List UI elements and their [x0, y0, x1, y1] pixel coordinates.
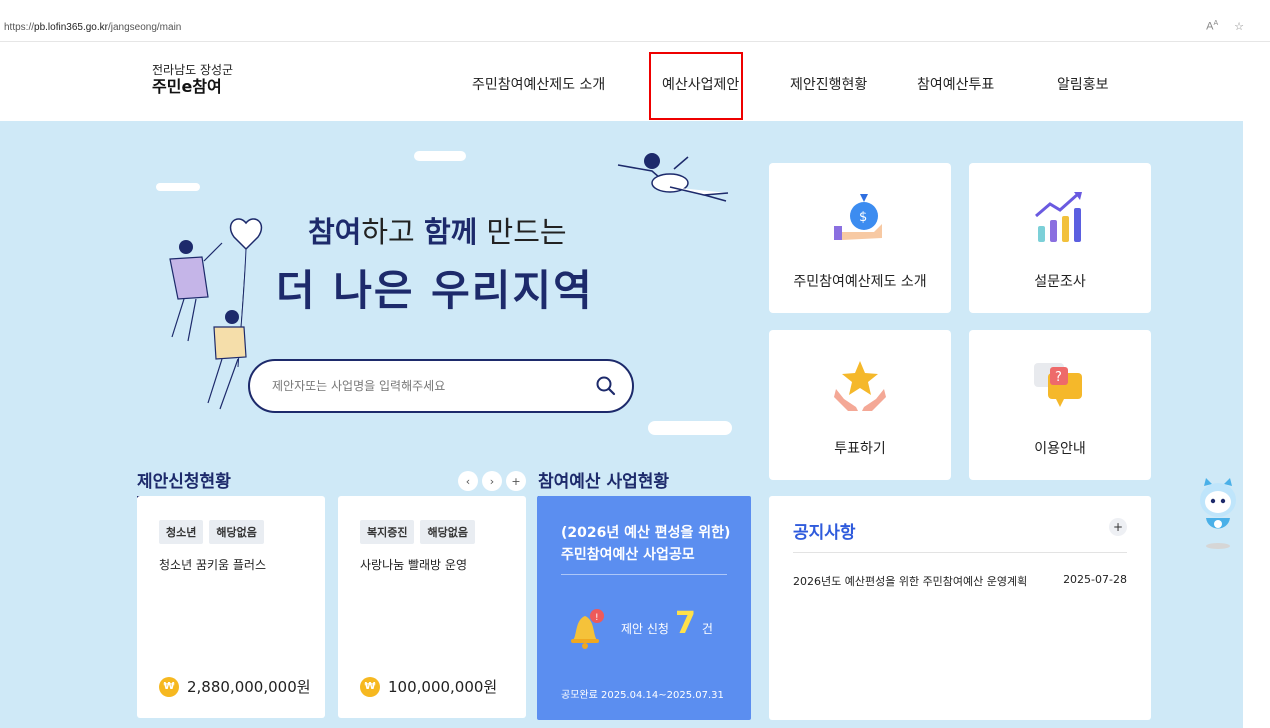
search-box: [248, 359, 634, 413]
chatbot-mascot-icon[interactable]: [1196, 474, 1240, 550]
proposal-card[interactable]: 복지증진 해당없음 사랑나눔 빨래방 운영 ₩ 100,000,000원: [338, 496, 526, 718]
proposal-card[interactable]: 청소년 해당없음 청소년 꿈키움 플러스 ₩ 2,880,000,000원: [137, 496, 325, 718]
cloud-decoration: [156, 183, 200, 191]
category-tag: 청소년: [159, 520, 204, 544]
search-icon[interactable]: [594, 374, 618, 398]
category-tag: 복지증진: [360, 520, 415, 544]
search-input[interactable]: [272, 374, 582, 398]
proposals-section-title: 제안신청현황: [137, 467, 231, 498]
nav-notice-promo[interactable]: 알림홍보: [1057, 74, 1109, 94]
divider: [561, 574, 727, 575]
hero-headline-1: 참여하고 함께 만드는: [308, 215, 567, 249]
proposals-pager: ‹ › +: [458, 471, 526, 491]
tile-label: 주민참여예산제도 소개: [793, 274, 927, 290]
contest-title: (2026년 예산 편성을 위한) 주민참여예산 사업공모: [561, 522, 730, 566]
star-hands-icon: [834, 361, 886, 411]
count-unit: 건: [701, 622, 713, 636]
contest-title-line2: 주민참여예산 사업공모: [561, 547, 695, 563]
svg-text:$: $: [859, 210, 867, 225]
cloud-decoration: [648, 421, 732, 435]
tile-survey[interactable]: 설문조사: [969, 163, 1151, 313]
more-proposals-button[interactable]: +: [506, 471, 526, 491]
tile-budget-intro[interactable]: $ 주민참여예산제도 소개: [769, 163, 951, 313]
proposal-title: 사랑나눔 빨래방 운영: [360, 558, 467, 572]
tile-vote[interactable]: 투표하기: [769, 330, 951, 480]
count-label: 제안 신청: [621, 622, 669, 636]
url-text[interactable]: https://pb.lofin365.go.kr/jangseong/main: [4, 22, 181, 33]
tag-list: 복지증진 해당없음: [360, 520, 475, 544]
notice-item-title: 2026년도 예산편성을 위한 주민참여예산 운영계획: [793, 575, 1028, 588]
browser-toolbar-icons: AA ☆: [1206, 20, 1244, 33]
url-scheme: https://: [4, 22, 35, 33]
main-nav: 주민참여예산제도 소개 예산사업제안 제안진행현황 참여예산투표 알림홍보: [0, 74, 1243, 94]
nav-budget-intro[interactable]: 주민참여예산제도 소개: [472, 74, 605, 94]
hero-headline-2: 더 나은 우리지역: [276, 266, 594, 315]
notice-item-date: 2025-07-28: [1063, 573, 1127, 586]
divider: [793, 552, 1127, 553]
nav-budget-vote[interactable]: 참여예산투표: [917, 74, 994, 94]
prev-page-button[interactable]: ‹: [458, 471, 478, 491]
amount-value: 100,000,000원: [388, 678, 498, 696]
amount-value: 2,880,000,000원: [187, 678, 311, 696]
svg-text:!: !: [595, 613, 599, 623]
tile-label: 설문조사: [1034, 274, 1086, 290]
favorite-star-icon[interactable]: ☆: [1234, 20, 1244, 33]
budget-section-title: 참여예산 사업현황: [538, 467, 670, 498]
status-tag: 해당없음: [420, 520, 475, 544]
proposal-title: 청소년 꿈키움 플러스: [159, 558, 266, 572]
highlight-box: [649, 52, 743, 120]
hero-section: 참여하고 함께 만드는 더 나은 우리지역 $ 주민참여예산제도 소개 설문조사: [0, 121, 1243, 728]
proposal-amount: ₩ 2,880,000,000원: [159, 676, 311, 697]
contest-period: 공모완료 2025.04.14~2025.07.31: [561, 690, 724, 701]
notice-title: 공지사항: [793, 523, 856, 543]
notice-more-button[interactable]: +: [1109, 518, 1127, 536]
contest-title-line1: (2026년 예산 편성을 위한): [561, 525, 731, 541]
nav-proposal-status[interactable]: 제안진행현황: [790, 74, 867, 94]
proposal-amount: ₩ 100,000,000원: [360, 676, 497, 697]
coin-icon: ₩: [360, 676, 380, 697]
page-margin: [1243, 42, 1270, 728]
proposal-count: 제안 신청 7 건: [621, 606, 713, 641]
budget-contest-box[interactable]: (2026년 예산 편성을 위한) 주민참여예산 사업공모 ! 제안 신청 7 …: [537, 496, 751, 720]
coin-icon: ₩: [159, 676, 179, 697]
next-page-button[interactable]: ›: [482, 471, 502, 491]
count-number: 7: [674, 606, 696, 641]
url-path: /jangseong/main: [107, 22, 182, 33]
tag-list: 청소년 해당없음: [159, 520, 264, 544]
address-bar[interactable]: https://pb.lofin365.go.kr/jangseong/main…: [0, 0, 1270, 42]
question-speech-bubble-icon: ?: [1034, 363, 1082, 407]
read-aloud-icon[interactable]: AA: [1206, 20, 1218, 33]
cloud-decoration: [414, 151, 466, 161]
notice-item[interactable]: 2026년도 예산편성을 위한 주민참여예산 운영계획 2025-07-28: [793, 573, 1127, 589]
tile-guide[interactable]: ? 이용안내: [969, 330, 1151, 480]
tile-label: 투표하기: [834, 441, 886, 457]
site-header: 전라남도 장성군 주민e참여 주민참여예산제도 소개 예산사업제안 제안진행현황…: [0, 42, 1243, 121]
tile-label: 이용안내: [1034, 441, 1086, 457]
bell-icon: !: [571, 609, 604, 649]
bar-chart-up-icon: [1035, 192, 1082, 242]
svg-text:?: ?: [1055, 370, 1062, 385]
status-tag: 해당없음: [209, 520, 264, 544]
money-bag-hand-icon: $: [834, 194, 882, 240]
url-host: pb.lofin365.go.kr: [34, 22, 108, 33]
notice-panel: 공지사항 + 2026년도 예산편성을 위한 주민참여예산 운영계획 2025-…: [769, 496, 1151, 720]
flying-person-illustration: [617, 153, 729, 202]
